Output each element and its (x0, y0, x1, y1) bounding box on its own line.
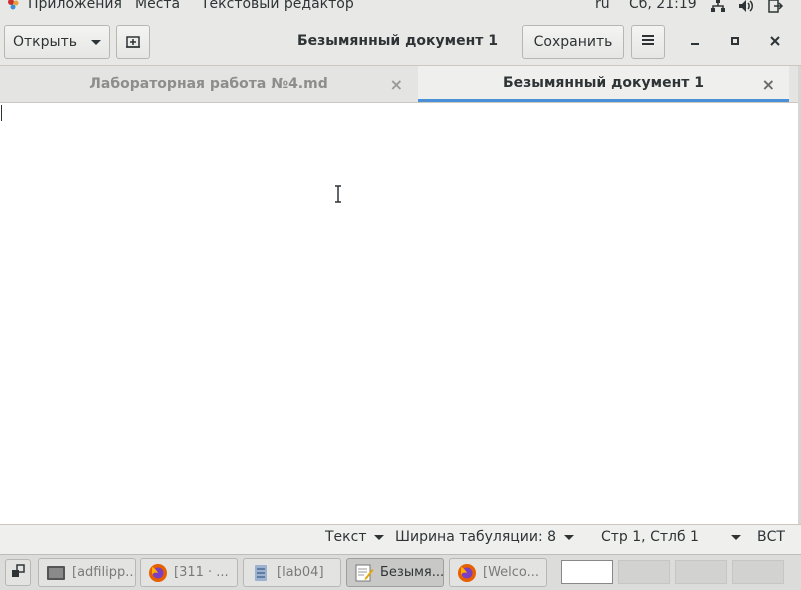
taskbar-item-label: [Welco... (483, 565, 540, 580)
tab-width-selector[interactable]: Ширина табуляции: 8 (395, 529, 575, 545)
tab-width-label: Ширина табуляции: 8 (395, 529, 557, 545)
close-window-button[interactable] (764, 31, 786, 53)
terminal-icon (46, 563, 66, 583)
taskbar-item-label: [311 · ... (174, 565, 229, 580)
taskbar: [adfilipp... [311 · ... [lab04] Безымя..… (0, 554, 801, 590)
text-caret (1, 105, 2, 121)
taskbar-item-label: [adfilipp... (72, 565, 136, 580)
show-desktop-button[interactable] (5, 559, 31, 586)
tab-untitled-document[interactable]: Безымянный документ 1 × (418, 66, 789, 102)
cursor-position-selector[interactable]: Стр 1, Стлб 1 (601, 529, 741, 545)
cursor-position-label: Стр 1, Стлб 1 (601, 529, 699, 545)
chevron-down-icon (374, 534, 385, 540)
chevron-down-icon (90, 39, 101, 45)
new-document-button[interactable] (116, 25, 150, 59)
top-panel: Приложения Места Текстовый редактор ru С… (0, 0, 801, 18)
taskbar-item-terminal[interactable]: [adfilipp... (38, 558, 136, 587)
taskbar-item-firefox[interactable]: [311 · ... (140, 558, 238, 587)
taskbar-item-file-manager[interactable]: [lab04] (243, 558, 341, 587)
tab-close-icon[interactable]: × (762, 75, 775, 94)
ibeam-cursor-icon (333, 185, 343, 203)
minimize-icon (690, 34, 700, 50)
status-bar: Текст Ширина табуляции: 8 Стр 1, Стлб 1 … (0, 524, 801, 554)
text-editor-area[interactable] (0, 103, 798, 524)
taskbar-item-label: Безымя... (380, 565, 444, 580)
maximize-button[interactable] (724, 31, 746, 53)
tab-close-icon[interactable]: × (390, 75, 403, 94)
workspace-2[interactable] (618, 560, 670, 584)
taskbar-item-firefox[interactable]: [Welco... (449, 558, 547, 587)
network-icon[interactable] (709, 0, 727, 15)
tab-label: Безымянный документ 1 (503, 74, 704, 91)
workspace-1[interactable] (561, 560, 613, 584)
minimize-button[interactable] (684, 31, 706, 53)
tab-label: Лабораторная работа №4.md (89, 76, 328, 92)
open-button[interactable]: Открыть (4, 25, 110, 59)
new-document-icon (125, 34, 141, 50)
workspace-3[interactable] (675, 560, 727, 584)
hamburger-menu-icon (641, 33, 655, 51)
text-editor-icon (354, 563, 374, 583)
file-manager-icon (251, 563, 271, 583)
maximize-icon (730, 34, 740, 50)
chevron-down-icon (564, 534, 575, 540)
chevron-down-icon (730, 534, 741, 540)
show-desktop-icon (11, 563, 25, 582)
places-menu[interactable]: Места (135, 0, 180, 12)
app-menu[interactable]: Текстовый редактор (201, 0, 354, 12)
workspace-4[interactable] (732, 560, 784, 584)
keyboard-layout-indicator[interactable]: ru (595, 0, 610, 12)
syntax-label: Текст (325, 529, 367, 545)
open-button-label: Открыть (13, 34, 77, 50)
applications-menu[interactable]: Приложения (28, 0, 122, 12)
firefox-icon (148, 563, 168, 583)
syntax-selector[interactable]: Текст (325, 529, 385, 545)
clock[interactable]: Сб, 21:19 (629, 0, 697, 12)
save-button[interactable]: Сохранить (522, 25, 624, 59)
power-icon[interactable] (766, 0, 784, 15)
tab-bar: Лабораторная работа №4.md × Безымянный д… (0, 66, 801, 103)
tab-lab-report[interactable]: Лабораторная работа №4.md × (0, 66, 417, 102)
taskbar-item-label: [lab04] (277, 565, 324, 580)
insert-mode-indicator[interactable]: ВСТ (757, 529, 785, 545)
menu-button[interactable] (631, 25, 665, 59)
window-title: Безымянный документ 1 (297, 33, 498, 49)
header-bar: Открыть Безымянный документ 1 Сохранить (0, 18, 801, 66)
applications-logo-icon (6, 0, 20, 11)
close-icon (770, 34, 780, 50)
firefox-icon (457, 563, 477, 583)
volume-icon[interactable] (737, 0, 755, 15)
taskbar-item-text-editor[interactable]: Безымя... (346, 558, 444, 587)
